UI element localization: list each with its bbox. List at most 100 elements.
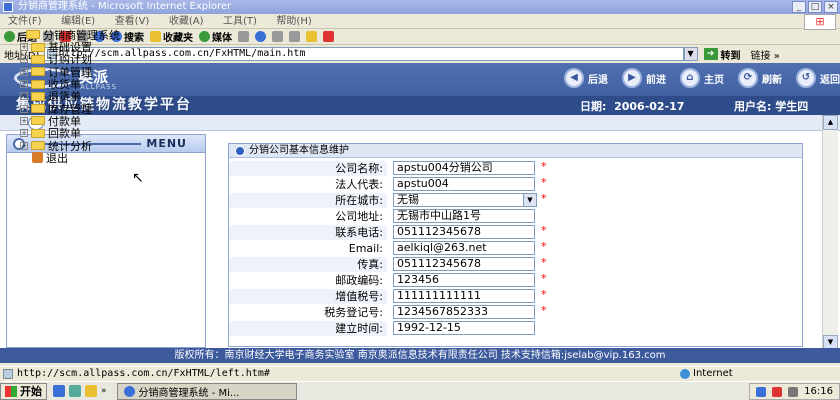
window-controls: _ □ ×: [792, 1, 838, 13]
refresh-icon: ⟳: [738, 68, 758, 88]
browser-toolbar: 后退 搜索 收藏夹 媒体: [0, 29, 840, 45]
status-url: http://scm.allpass.com.cn/FxHTML/left.ht…: [17, 368, 270, 379]
form-row-fax: 传真: 051112345678 *: [229, 257, 804, 272]
folder-quicklaunch-icon[interactable]: [85, 385, 97, 397]
tax-reg-input[interactable]: 1234567852333: [393, 305, 535, 319]
close-button[interactable]: ×: [824, 1, 838, 13]
user-display: 用户名: 学生四: [734, 100, 809, 113]
globe-icon: [680, 369, 690, 379]
history-icon: [238, 31, 249, 42]
nav-return-button[interactable]: ↺ 返回: [796, 68, 840, 88]
home-icon: ⌂: [680, 68, 700, 88]
taskbar-window-button[interactable]: 分销商管理系统 - Mi...: [116, 382, 297, 400]
fax-input[interactable]: 051112345678: [393, 257, 535, 271]
copyright-footer: 版权所有：南京财经大学电子商务实验室 南京奥派信息技术有限责任公司 技术支持信箱…: [0, 348, 840, 363]
nav-home-button[interactable]: ⌂ 主页: [680, 68, 724, 88]
folder-icon: [31, 91, 45, 101]
chevron-down-icon: ▼: [523, 194, 536, 206]
history-button[interactable]: [238, 31, 249, 42]
expand-icon: +: [20, 116, 28, 125]
required-mark: *: [541, 160, 547, 173]
vertical-scrollbar[interactable]: ▲ ▼: [822, 115, 838, 350]
form-row-email: Email: aelkiql@263.net *: [229, 241, 804, 256]
edit-button[interactable]: [289, 31, 300, 42]
menubar: 文件(F) 编辑(E) 查看(V) 收藏(A) 工具(T) 帮助(H): [0, 14, 840, 29]
field-label: 公司名称:: [335, 162, 383, 175]
maximize-button[interactable]: □: [808, 1, 822, 13]
folder-icon: [31, 79, 45, 89]
form-row-vat: 增值税号: 111111111111 *: [229, 289, 804, 304]
mail-button[interactable]: [255, 31, 266, 42]
form-row-tax-reg: 税务登记号: 1234567852333 *: [229, 305, 804, 320]
required-mark: *: [541, 288, 547, 301]
go-button[interactable]: ➜ 转到: [703, 47, 741, 62]
print-icon: [272, 31, 283, 42]
nav-forward-button[interactable]: ▶ 前进: [622, 68, 666, 88]
ie-icon: [123, 385, 135, 397]
windows-flag-icon: [5, 385, 17, 397]
media-icon: [199, 31, 210, 42]
nav-back-button[interactable]: ◀ 后退: [564, 68, 608, 88]
postcode-input[interactable]: 123456: [393, 273, 535, 287]
desktop-quicklaunch-icon[interactable]: [69, 385, 81, 397]
phone-input[interactable]: 051112345678: [393, 225, 535, 239]
antivirus-icon[interactable]: [772, 386, 783, 397]
mouse-cursor-icon: ↖: [132, 170, 144, 186]
tree-item-statistics[interactable]: + 统计分析: [20, 139, 120, 153]
required-mark: *: [541, 224, 547, 237]
form-row-address: 公司地址: 无锡市中山路1号: [229, 209, 804, 224]
exit-icon: [32, 152, 43, 164]
expand-icon: +: [20, 43, 28, 52]
messenger-button[interactable]: [323, 31, 334, 42]
back-arrow-icon: [4, 31, 15, 42]
field-label: 公司地址:: [335, 210, 383, 223]
menu-tree: 分销商管理系统 + 基础设置 + 订购计划 + 订单管理 + 收货单 + 退货单 + 库存管…: [20, 28, 120, 165]
print-button[interactable]: [272, 31, 283, 42]
menu-title: MENU: [146, 137, 187, 150]
expand-icon: +: [20, 104, 28, 113]
address-field-input[interactable]: 无锡市中山路1号: [393, 209, 535, 223]
city-select[interactable]: 无锡 ▼: [393, 193, 537, 207]
folder-icon: [306, 31, 317, 42]
form-row-phone: 联系电话: 051112345678 *: [229, 225, 804, 240]
minimize-button[interactable]: _: [792, 1, 806, 13]
address-input[interactable]: http://scm.allpass.com.cn/FxHTML/main.ht…: [43, 47, 684, 61]
favorites-button[interactable]: 收藏夹: [150, 29, 193, 44]
expand-icon: +: [20, 67, 28, 76]
links-button[interactable]: 链接 »: [751, 47, 780, 62]
return-icon: ↺: [796, 68, 816, 88]
date-display: 日期: 2006-02-17: [580, 100, 685, 113]
start-button[interactable]: 开始: [0, 382, 47, 400]
browser-statusbar: http://scm.allpass.com.cn/FxHTML/left.ht…: [0, 366, 840, 380]
chevron-right-icon[interactable]: »: [101, 386, 107, 396]
folder-icon: [31, 54, 45, 64]
media-button[interactable]: 媒体: [199, 29, 232, 44]
back-icon: ◀: [564, 68, 584, 88]
folder-icon: [31, 116, 45, 126]
menu-tools[interactable]: 工具(T): [215, 14, 265, 29]
address-bar: 地址(D) http://scm.allpass.com.cn/FxHTML/m…: [0, 46, 840, 62]
folder-button[interactable]: [306, 31, 317, 42]
ie-quicklaunch-icon[interactable]: [53, 385, 65, 397]
menu-help[interactable]: 帮助(H): [268, 14, 319, 29]
company-name-input[interactable]: apstu004分销公司: [393, 161, 535, 175]
form-row-founded: 建立时间: 1992-12-15: [229, 321, 804, 336]
email-input[interactable]: aelkiql@263.net: [393, 241, 535, 255]
founded-date-input[interactable]: 1992-12-15: [393, 321, 535, 335]
nav-refresh-button[interactable]: ⟳ 刷新: [738, 68, 782, 88]
vat-input[interactable]: 111111111111: [393, 289, 535, 303]
expand-icon: +: [20, 92, 28, 101]
legal-rep-input[interactable]: apstu004: [393, 177, 535, 191]
page-icon: [3, 369, 13, 379]
address-dropdown-icon[interactable]: ▼: [683, 47, 698, 61]
folder-icon: [31, 141, 45, 151]
form-row-postcode: 邮政编码: 123456 *: [229, 273, 804, 288]
volume-icon[interactable]: [788, 386, 799, 397]
required-mark: *: [541, 240, 547, 253]
window-title: 分销商管理系统 - Microsoft Internet Explorer: [18, 1, 232, 12]
windows-logo-icon: ⊞: [804, 14, 836, 30]
network-icon[interactable]: [756, 386, 767, 397]
required-mark: *: [541, 272, 547, 285]
menu-favorites[interactable]: 收藏(A): [161, 14, 212, 29]
scroll-up-icon[interactable]: ▲: [823, 115, 838, 130]
